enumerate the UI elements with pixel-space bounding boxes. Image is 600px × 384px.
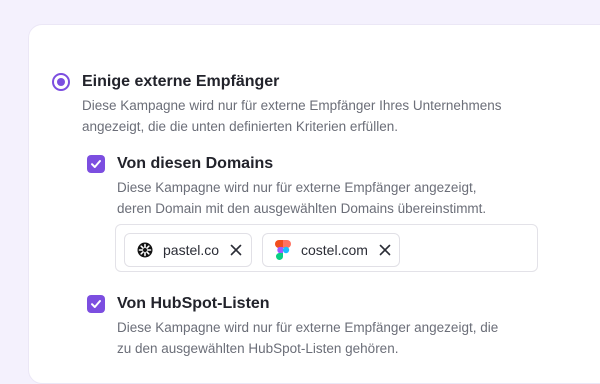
- domain-chip-costel: costel.com: [262, 233, 400, 267]
- pastel-logo-icon: [135, 240, 155, 260]
- domains-desc-line2: deren Domain mit den ausgewählten Domain…: [117, 201, 487, 216]
- figma-logo-icon: [273, 240, 293, 260]
- radio-selected-dot: [57, 78, 65, 86]
- hubspot-desc-line2: zu den ausgewählten HubSpot-Listen gehör…: [117, 341, 399, 356]
- radio-some-external-recipients[interactable]: [52, 73, 70, 91]
- option-some-desc-line1: Diese Kampagne wird nur für externe Empf…: [82, 98, 502, 113]
- checkbox-hubspot-lists[interactable]: [87, 295, 105, 313]
- hubspot-title: Von HubSpot-Listen: [117, 295, 270, 312]
- remove-chip-icon[interactable]: [378, 243, 392, 257]
- domain-select-field[interactable]: pastel.co costel.com: [115, 224, 538, 272]
- hubspot-desc-line1: Diese Kampagne wird nur für externe Empf…: [117, 320, 499, 335]
- domains-desc-line1: Diese Kampagne wird nur für externe Empf…: [117, 180, 477, 195]
- remove-chip-icon[interactable]: [229, 243, 243, 257]
- domain-chip-label: costel.com: [301, 242, 368, 258]
- option-some-title: Einige externe Empfänger: [82, 73, 280, 90]
- domain-chip-label: pastel.co: [163, 242, 220, 258]
- checkmark-icon: [91, 300, 101, 308]
- option-some-desc-line2: angezeigt, die die unten definierten Kri…: [82, 119, 398, 134]
- domain-chip-pastel: pastel.co: [124, 233, 252, 267]
- checkmark-icon: [91, 160, 101, 168]
- checkbox-domains[interactable]: [87, 155, 105, 173]
- domains-title: Von diesen Domains: [117, 155, 274, 172]
